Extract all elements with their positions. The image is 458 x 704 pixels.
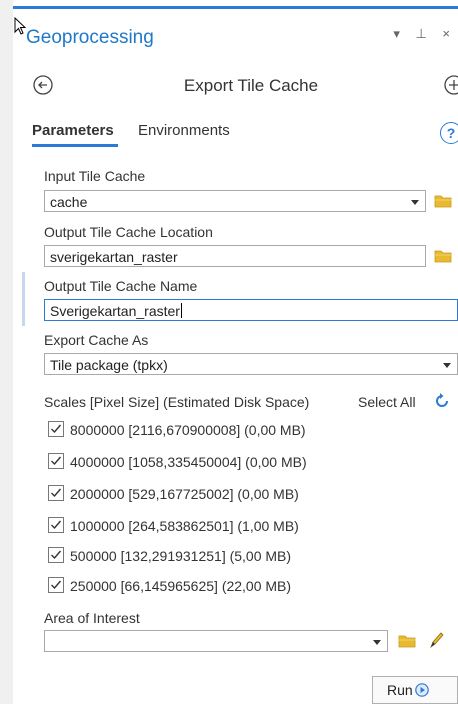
refresh-icon[interactable] [432,391,452,411]
checkbox[interactable] [48,485,64,501]
text-caret [180,303,182,318]
pencil-sketch-icon[interactable] [428,630,446,650]
scale-item-label: 8000000 [2116,670900008] (0,00 MB) [70,422,306,438]
export-as-combo[interactable]: Tile package (tpkx) [44,353,458,375]
scale-item-label: 1000000 [264,583862501] (1,00 MB) [70,518,299,534]
run-label: Run [387,682,413,698]
checkbox[interactable] [48,517,64,533]
input-tile-cache-label: Input Tile Cache [44,168,146,184]
checkbox[interactable] [48,453,64,469]
run-button[interactable]: Run [372,676,458,704]
scales-header: Scales [Pixel Size] (Estimated Disk Spac… [44,394,310,410]
checkbox[interactable] [48,577,64,593]
scale-item[interactable]: 250000 [66,145965625] (22,00 MB) [48,576,291,596]
export-as-label: Export Cache As [44,332,149,348]
select-all-button[interactable]: Select All [358,394,416,410]
scale-item-label: 4000000 [1058,335450004] (0,00 MB) [70,454,307,470]
folder-browse-icon[interactable] [398,634,416,648]
folder-browse-icon[interactable] [434,194,452,208]
scale-item[interactable]: 1000000 [264,583862501] (1,00 MB) [48,516,299,536]
scale-item[interactable]: 8000000 [2116,670900008] (0,00 MB) [48,420,306,440]
tab-parameters[interactable]: Parameters [32,122,118,147]
pane-top-border [13,0,458,9]
area-of-interest-label: Area of Interest [44,610,140,626]
scale-item[interactable]: 4000000 [1058,335450004] (0,00 MB) [48,452,307,472]
checkbox[interactable] [48,547,64,563]
scale-item-label: 250000 [66,145965625] (22,00 MB) [70,578,292,594]
folder-browse-icon[interactable] [434,249,452,263]
scale-item-label: 2000000 [529,167725002] (0,00 MB) [70,486,299,502]
output-name-input[interactable]: Sverigekartan_raster [44,299,458,321]
pane-title: Geoprocessing [26,27,154,48]
active-parameter-indicator [22,272,25,326]
pane-window-controls[interactable]: ▾ ⊥ × [393,26,456,42]
tool-title: Export Tile Cache [183,76,319,95]
scale-item[interactable]: 500000 [132,291931251] (5,00 MB) [48,546,291,566]
input-tile-cache-combo[interactable]: cache [44,190,426,212]
area-of-interest-combo[interactable] [44,630,388,652]
play-icon [415,683,429,697]
mouse-cursor-icon [14,17,26,35]
output-name-value: Sverigekartan_raster [50,303,180,319]
tab-environments[interactable]: Environments [138,122,230,139]
scale-item-label: 500000 [132,291931251] (5,00 MB) [70,548,292,564]
dock-strip [0,0,13,704]
checkbox[interactable] [48,421,64,437]
output-location-input[interactable]: sverigekartan_raster [44,245,426,267]
scale-item[interactable]: 2000000 [529,167725002] (0,00 MB) [48,484,299,504]
add-tool-icon[interactable] [443,74,458,96]
output-name-label: Output Tile Cache Name [44,278,198,294]
output-location-label: Output Tile Cache Location [44,224,213,240]
help-icon[interactable]: ? [440,122,458,144]
